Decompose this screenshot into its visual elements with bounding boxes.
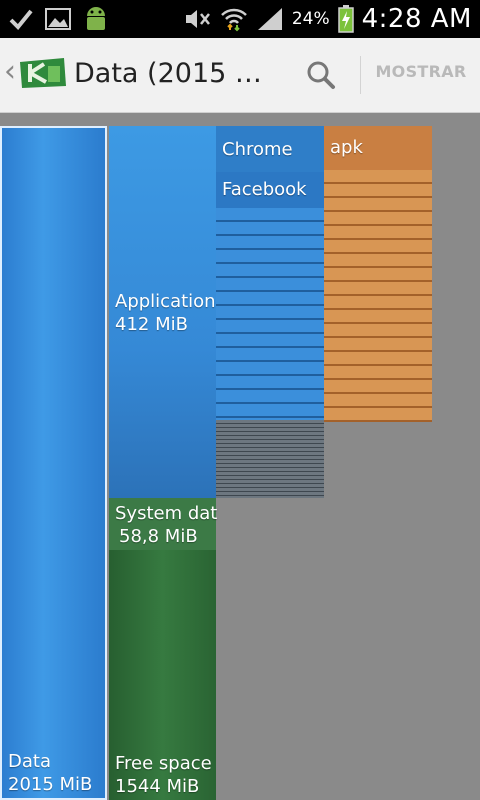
treemap-free-block[interactable]: Free space 1544 MiB	[109, 550, 216, 800]
page-title: Data (2015 MiB)	[74, 58, 284, 89]
image-icon	[45, 8, 71, 30]
treemap-app-files-block[interactable]	[216, 208, 324, 420]
mute-icon	[185, 10, 210, 28]
up-caret-icon[interactable]: ‹	[4, 54, 16, 89]
status-bar: 24% 4:28 AM	[0, 0, 480, 38]
treemap-application-block[interactable]: Application 412 MiB	[109, 126, 216, 498]
check-icon	[9, 9, 33, 30]
action-divider	[360, 56, 361, 94]
free-label: Free space 1544 MiB	[115, 752, 212, 798]
free-size: 1544 MiB	[115, 776, 200, 797]
signal-icon	[257, 8, 282, 30]
chrome-label: Chrome	[222, 139, 293, 160]
treemap-chrome-block[interactable]: Chrome	[216, 126, 324, 172]
clock: 4:28 AM	[361, 4, 472, 34]
treemap-system-block[interactable]: System dat 58,8 MiB	[109, 498, 217, 550]
treemap-data-block[interactable]: Data 2015 MiB	[0, 126, 107, 800]
facebook-label: Facebook	[222, 179, 307, 200]
data-size: 2015 MiB	[8, 774, 93, 795]
show-button[interactable]: MOSTRAR	[366, 62, 476, 81]
apk-label: apk	[330, 137, 363, 158]
wifi-icon	[220, 8, 247, 32]
search-icon[interactable]	[300, 52, 346, 98]
system-label: System dat 58,8 MiB	[115, 502, 217, 548]
android-icon	[87, 7, 105, 30]
system-name: System dat	[115, 503, 218, 524]
data-label: Data 2015 MiB	[8, 750, 92, 796]
treemap-apk-files-block[interactable]	[324, 170, 432, 422]
treemap-app-cache-block[interactable]	[216, 420, 324, 498]
battery-percent: 24%	[291, 9, 330, 29]
system-size: 58,8 MiB	[119, 526, 198, 547]
application-size: 412 MiB	[115, 314, 188, 335]
application-name: Application	[115, 291, 216, 312]
battery-charging-icon	[337, 5, 354, 33]
treemap-apk-block[interactable]: apk	[324, 126, 432, 170]
data-name: Data	[8, 751, 51, 772]
free-name: Free space	[115, 753, 212, 774]
treemap-facebook-block[interactable]: Facebook	[216, 172, 324, 208]
app-logo-icon[interactable]	[18, 56, 68, 90]
application-label: Application 412 MiB	[115, 290, 216, 336]
action-bar: ‹ Data (2015 MiB) MOSTRAR	[0, 38, 480, 113]
